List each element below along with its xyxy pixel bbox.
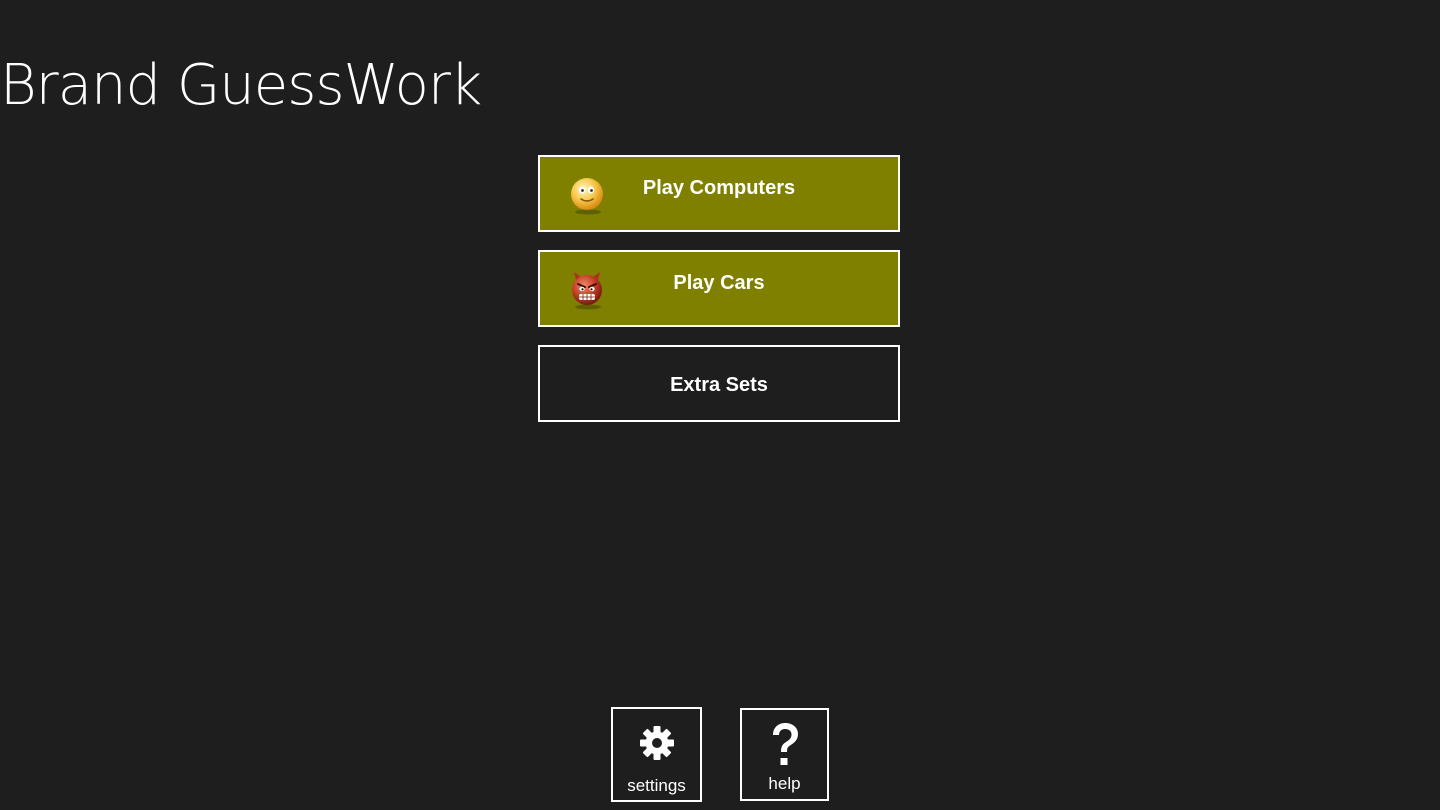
play-computers-label: Play Computers: [642, 177, 796, 199]
play-cars-button[interactable]: Play Cars: [538, 250, 900, 327]
question-mark-icon: [772, 723, 798, 765]
gear-icon: [639, 726, 674, 760]
app-title: Brand GuessWork: [0, 53, 482, 118]
app-window: Brand GuessWork Play Computers Play Cars…: [0, 0, 1440, 810]
help-button[interactable]: help: [740, 708, 829, 801]
settings-button[interactable]: settings: [611, 707, 702, 802]
play-cars-label: Play Cars: [673, 272, 765, 294]
play-computers-button[interactable]: Play Computers: [538, 155, 900, 232]
extra-sets-label: Extra Sets: [670, 374, 768, 396]
extra-sets-button[interactable]: Extra Sets: [538, 345, 900, 422]
help-label: help: [768, 774, 801, 793]
settings-label: settings: [627, 776, 686, 795]
